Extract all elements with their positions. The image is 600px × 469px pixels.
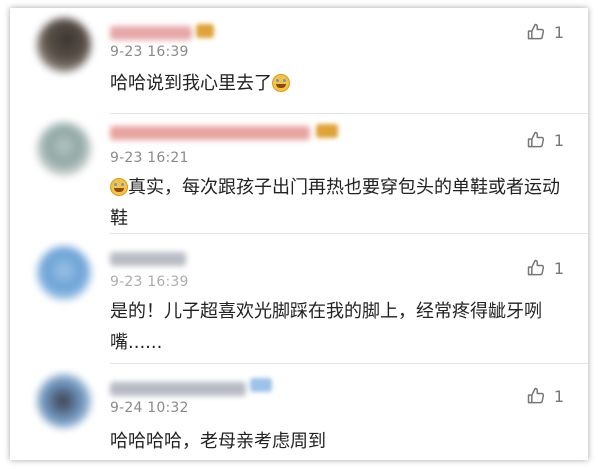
laughing-emoji-icon xyxy=(272,74,290,92)
like-button[interactable]: 1 xyxy=(526,258,564,278)
comment-text-body: 真实，每次跟孩子出门再热也要穿包头的单鞋或者运动鞋 xyxy=(110,177,560,229)
like-button[interactable]: 1 xyxy=(526,22,564,42)
avatar[interactable] xyxy=(37,18,91,72)
thumbs-up-icon xyxy=(526,130,546,150)
comment-text: 哈哈哈哈，老母亲考虑周到 xyxy=(110,426,560,457)
vip-badge-icon xyxy=(250,378,272,392)
comment-time: 9-23 16:21 xyxy=(110,150,189,166)
thumbs-up-icon xyxy=(526,22,546,42)
avatar[interactable] xyxy=(37,122,91,176)
divider xyxy=(110,233,588,234)
avatar[interactable] xyxy=(37,374,91,428)
avatar[interactable] xyxy=(37,246,91,300)
divider xyxy=(110,113,588,114)
comment-time: 9-24 10:32 xyxy=(110,400,189,416)
vip-badge-icon xyxy=(316,124,338,138)
comment-text: 哈哈说到我心里去了 xyxy=(110,68,560,99)
like-count: 1 xyxy=(553,258,564,278)
comment-time: 9-23 16:39 xyxy=(110,44,189,60)
username-blurred[interactable] xyxy=(110,126,310,140)
divider xyxy=(110,363,588,364)
laughing-emoji-icon xyxy=(110,178,128,196)
comment-text: 是的！儿子超喜欢光脚踩在我的脚上，经常疼得龇牙咧嘴...... xyxy=(110,296,560,358)
comment-list: 9-23 16:39 哈哈说到我心里去了 1 9-23 16:21 真实，每次跟… xyxy=(10,8,588,460)
username-blurred[interactable] xyxy=(110,382,246,396)
like-count: 1 xyxy=(553,386,564,406)
comment-text-body: 是的！儿子超喜欢光脚踩在我的脚上，经常疼得龇牙咧嘴...... xyxy=(110,301,542,353)
comment-text-body: 哈哈说到我心里去了 xyxy=(110,73,272,94)
comment-text: 真实，每次跟孩子出门再热也要穿包头的单鞋或者运动鞋 xyxy=(110,172,560,234)
comment-time: 9-23 16:39 xyxy=(110,274,189,290)
like-button[interactable]: 1 xyxy=(526,386,564,406)
comment-text-body: 哈哈哈哈，老母亲考虑周到 xyxy=(110,431,326,452)
thumbs-up-icon xyxy=(526,258,546,278)
username-blurred[interactable] xyxy=(110,26,192,40)
like-count: 1 xyxy=(553,22,564,42)
thumbs-up-icon xyxy=(526,386,546,406)
username-blurred[interactable] xyxy=(110,252,186,266)
vip-badge-icon xyxy=(196,24,214,38)
like-count: 1 xyxy=(553,130,564,150)
like-button[interactable]: 1 xyxy=(526,130,564,150)
